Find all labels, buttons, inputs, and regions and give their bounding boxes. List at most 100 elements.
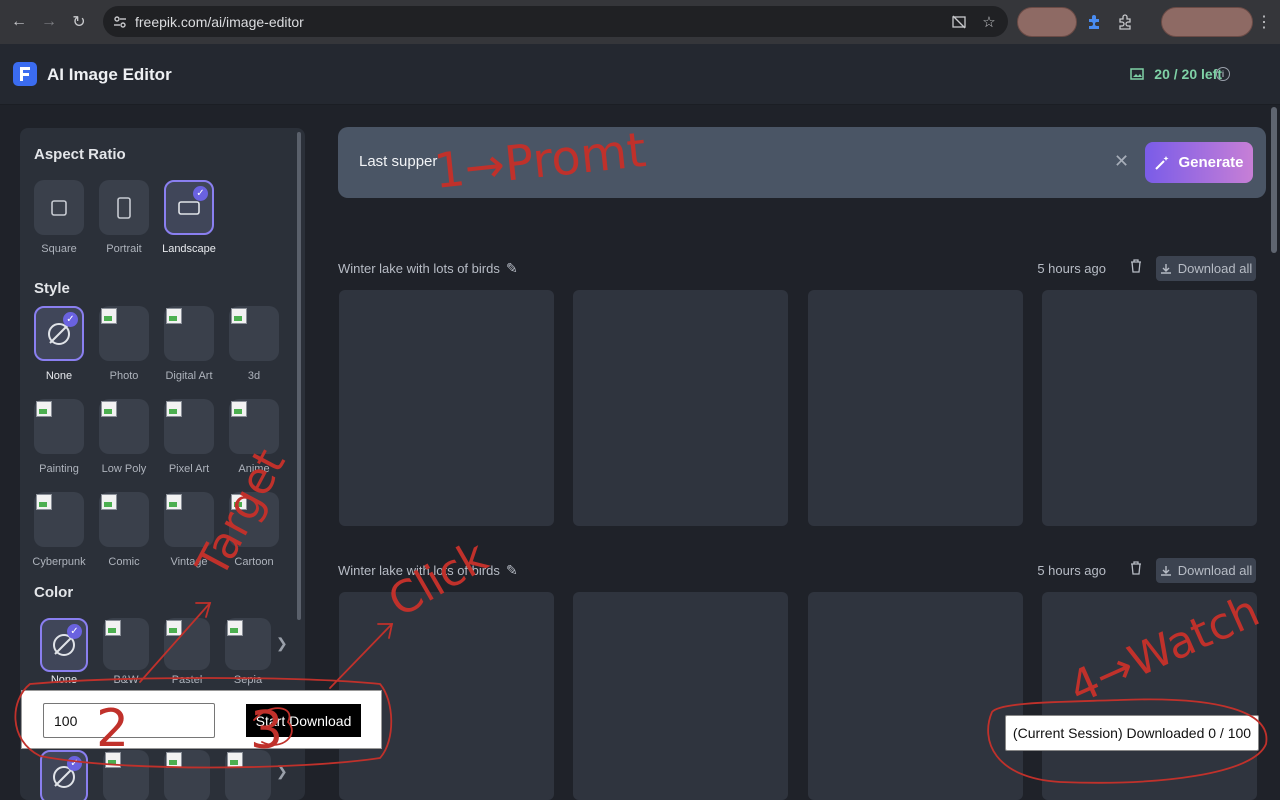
style-comic-option[interactable] [99,492,149,547]
style-label: Cyberpunk [32,556,86,568]
style-cartoon-option[interactable] [229,492,279,547]
aspect-label: Portrait [106,243,142,255]
download-count-input[interactable] [43,703,215,738]
bulk-download-panel: Start Download [21,690,382,749]
app-header: AI Image Editor 20 / 20 left i [0,44,1280,105]
download-all-label: Download all [1177,261,1253,276]
trash-icon[interactable] [1130,259,1144,275]
broken-image-icon [231,308,247,324]
download-icon [1160,565,1171,576]
generate-button[interactable]: Generate [1145,142,1253,183]
extensions-icon[interactable] [1115,12,1135,32]
color-none-option[interactable]: ✓ [40,618,88,672]
check-icon: ✓ [63,312,78,327]
prompt-bar: Last supper ✕ Generate [338,127,1266,198]
sidebar-scrollbar[interactable] [297,132,301,620]
freepik-logo-icon[interactable] [13,62,37,86]
result-image-card[interactable] [339,290,554,526]
app-title: AI Image Editor [47,65,172,84]
color-bw-option[interactable] [103,618,149,670]
result-image-card[interactable] [1042,290,1257,526]
result-image-card[interactable] [808,592,1023,800]
broken-image-icon [227,752,243,768]
reload-icon[interactable]: ↻ [66,9,92,35]
prompt-input[interactable]: Last supper [359,153,437,170]
style-digital-art-option[interactable] [164,306,214,361]
group-time: 5 hours ago [1037,563,1106,578]
style-label: Photo [109,370,139,382]
color-sepia-option[interactable] [225,618,271,670]
style-vintage-option[interactable] [164,492,214,547]
kebab-menu-icon[interactable]: ⋮ [1254,12,1274,32]
address-bar[interactable]: freepik.com/ai/image-editor ☆ [103,6,1008,37]
credits-counter: 20 / 20 left [1130,66,1222,82]
account-pill[interactable] [1161,7,1253,37]
download-status-box: (Current Session) Downloaded 0 / 100 [1005,715,1259,751]
aspect-label: Square [41,243,77,255]
color-none-option-2[interactable]: ✓ [40,750,88,800]
edit-pencil-icon[interactable]: ✎ [506,260,518,277]
result-image-card[interactable] [1042,592,1257,800]
edit-pencil-icon[interactable]: ✎ [506,562,518,579]
aspect-square-option[interactable] [34,180,84,235]
color-title: Color [34,584,74,601]
start-download-button[interactable]: Start Download [246,704,361,737]
cast-off-icon[interactable] [950,13,968,31]
profile-pill[interactable] [1017,7,1077,37]
main-scrollbar[interactable] [1271,107,1277,253]
chevron-right-icon[interactable]: ❯ [276,763,288,780]
style-label: Pixel Art [168,463,210,475]
style-painting-option[interactable] [34,399,84,454]
color-option-2[interactable] [225,750,271,800]
group-title: Winter lake with lots of birds [338,563,500,578]
broken-image-icon [101,308,117,324]
color-option-2[interactable] [164,750,210,800]
broken-image-icon [231,494,247,510]
download-all-label: Download all [1177,563,1253,578]
download-all-button[interactable]: Download all [1156,256,1256,281]
style-none-option[interactable]: ✓ [34,306,84,361]
style-photo-option[interactable] [99,306,149,361]
chevron-right-icon[interactable]: ❯ [276,635,288,652]
broken-image-icon [166,494,182,510]
color-label: B&W [113,674,139,686]
color-label: Sepia [233,674,263,686]
download-icon [1160,263,1171,274]
trash-icon[interactable] [1130,561,1144,577]
result-group-header: Winter lake with lots of birds ✎ 5 hours… [338,558,1256,584]
info-icon[interactable]: i [1216,67,1230,81]
clear-prompt-icon[interactable]: ✕ [1114,151,1129,172]
aspect-label: Landscape [162,243,216,255]
style-cyberpunk-option[interactable] [34,492,84,547]
aspect-portrait-option[interactable] [99,180,149,235]
color-pastel-option[interactable] [164,618,210,670]
bookmark-star-icon[interactable]: ☆ [980,13,998,31]
url-text[interactable]: freepik.com/ai/image-editor [135,14,304,30]
puzzle-extension-icon[interactable] [1084,12,1104,32]
back-icon[interactable]: ← [6,9,32,35]
download-all-button[interactable]: Download all [1156,558,1256,583]
style-label: 3d [247,370,261,382]
forward-icon[interactable]: → [36,9,62,35]
style-pixel-art-option[interactable] [164,399,214,454]
result-image-card[interactable] [573,290,788,526]
color-label: None [50,674,78,686]
style-label: Digital Art [165,370,213,382]
check-icon: ✓ [193,186,208,201]
result-group-header: Winter lake with lots of birds ✎ 5 hours… [338,256,1256,282]
broken-image-icon [227,620,243,636]
aspect-landscape-option[interactable]: ✓ [164,180,214,235]
style-low-poly-option[interactable] [99,399,149,454]
result-image-card[interactable] [808,290,1023,526]
style-label: None [45,370,73,382]
site-settings-icon[interactable] [113,15,127,29]
broken-image-icon [166,308,182,324]
style-3d-option[interactable] [229,306,279,361]
color-option-2[interactable] [103,750,149,800]
credits-text: 20 / 20 left [1154,66,1222,82]
group-title: Winter lake with lots of birds [338,261,500,276]
style-anime-option[interactable] [229,399,279,454]
result-image-card[interactable] [573,592,788,800]
broken-image-icon [101,494,117,510]
style-label: Vintage [170,556,208,568]
